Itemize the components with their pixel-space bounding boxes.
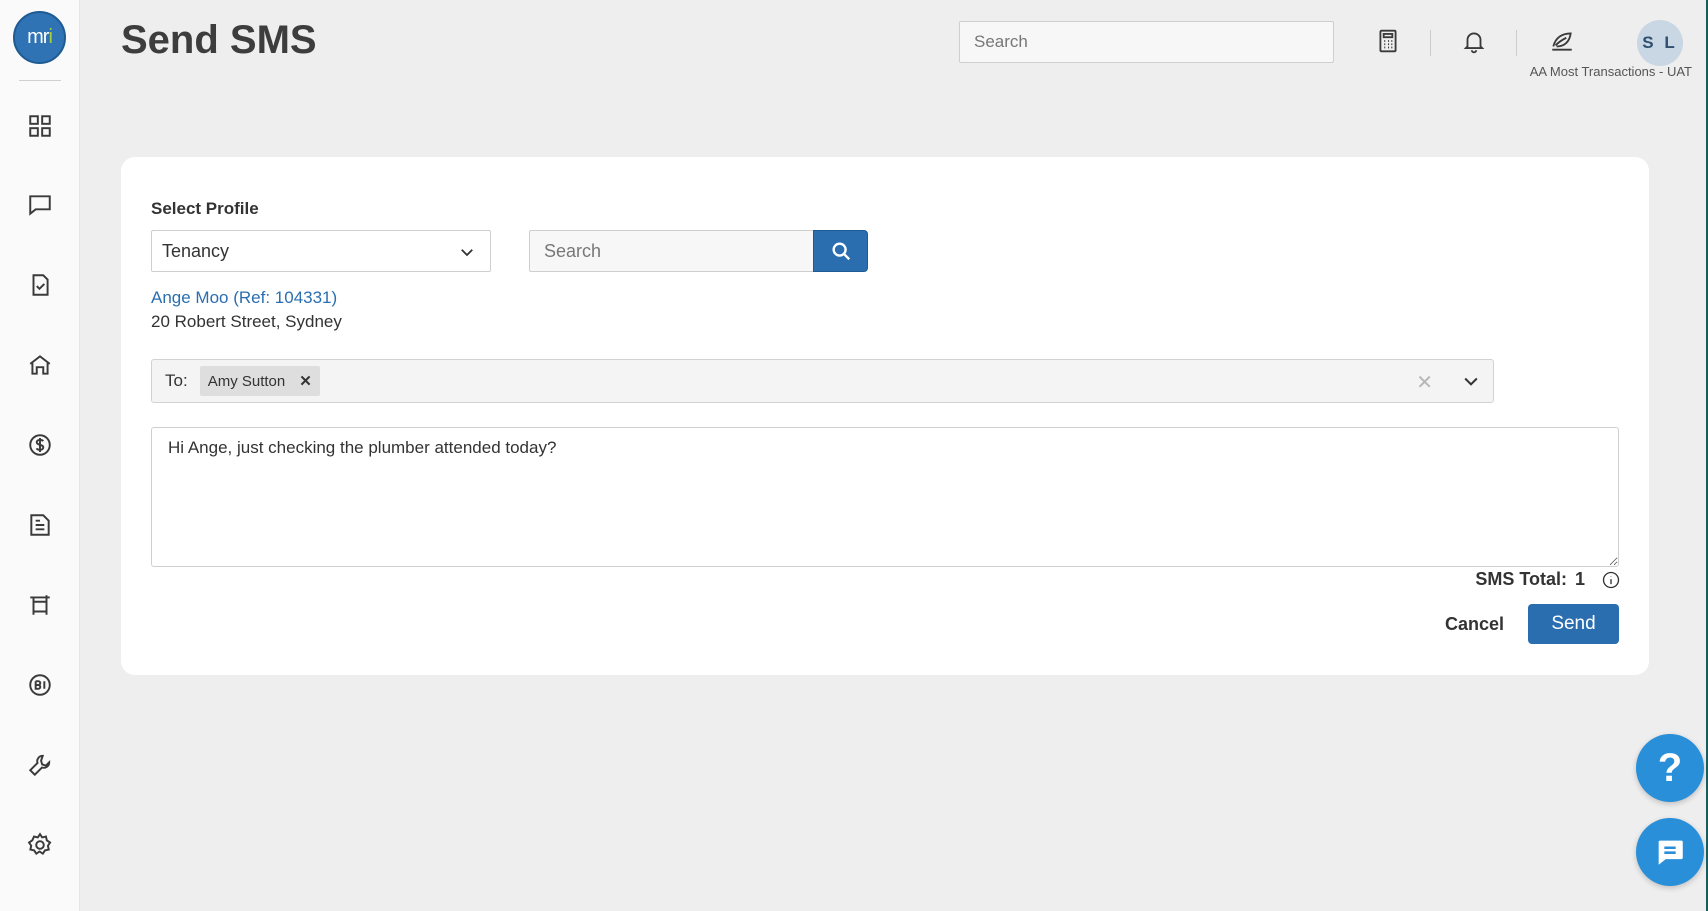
remove-recipient-icon[interactable]: ✕ — [299, 372, 312, 390]
chat-bubble-icon — [1658, 840, 1683, 865]
message-textarea[interactable] — [151, 427, 1619, 567]
property-icon[interactable] — [26, 351, 54, 379]
chevron-down-icon — [458, 243, 476, 266]
chevron-down-icon[interactable] — [1461, 371, 1481, 396]
cancel-button[interactable]: Cancel — [1437, 604, 1512, 644]
mri-logo[interactable]: mr i — [13, 11, 66, 64]
avatar[interactable]: S L — [1637, 20, 1683, 66]
help-button[interactable]: ? — [1636, 734, 1704, 802]
sms-total-label: SMS Total: — [1475, 569, 1567, 589]
page-title: Send SMS — [121, 18, 317, 62]
sidebar: mr i — [0, 0, 80, 911]
contact-address: 20 Robert Street, Sydney — [151, 312, 342, 331]
profile-select[interactable]: Tenancy — [151, 230, 491, 272]
sms-total: SMS Total: 1 — [1475, 569, 1585, 590]
sidebar-divider — [19, 80, 61, 81]
tasks-icon[interactable] — [26, 271, 54, 299]
profile-select-value: Tenancy — [162, 240, 230, 261]
finance-icon[interactable] — [26, 431, 54, 459]
header-separator — [1430, 30, 1431, 56]
search-button[interactable] — [813, 230, 868, 272]
chat-support-button[interactable] — [1636, 818, 1704, 886]
calculator-icon[interactable] — [1373, 26, 1403, 56]
chat-icon[interactable] — [26, 191, 54, 219]
sms-total-value: 1 — [1574, 569, 1585, 589]
clear-recipients-icon[interactable]: ✕ — [1416, 370, 1433, 395]
search-icon — [831, 242, 850, 261]
send-button[interactable]: Send — [1528, 604, 1619, 644]
recipient-chip: Amy Sutton ✕ — [199, 366, 320, 396]
settings-icon[interactable] — [26, 831, 54, 859]
leaf-icon[interactable] — [1547, 26, 1577, 56]
profile-search-input[interactable] — [529, 230, 815, 272]
info-icon[interactable] — [1601, 570, 1621, 590]
tools-icon[interactable] — [26, 751, 54, 779]
send-sms-card: Select Profile Tenancy Ange Moo (Ref: 10… — [121, 157, 1649, 675]
recipient-chip-label: Amy Sutton — [207, 372, 286, 390]
header-separator — [1516, 30, 1517, 56]
bell-icon[interactable] — [1459, 26, 1489, 56]
account-name: AA Most Transactions - UAT — [1529, 64, 1692, 79]
contact-link[interactable]: Ange Moo (Ref: 104331) — [151, 288, 337, 308]
recipient-field[interactable]: To: Amy Sutton ✕ ✕ — [151, 359, 1494, 403]
header-search-input[interactable] — [959, 21, 1334, 63]
dashboard-icon[interactable] — [26, 112, 54, 140]
reports-icon[interactable] — [26, 511, 54, 539]
bi-icon[interactable] — [26, 671, 54, 699]
board-icon[interactable] — [26, 591, 54, 619]
to-label: To: — [165, 371, 188, 390]
select-profile-label: Select Profile — [151, 199, 259, 218]
